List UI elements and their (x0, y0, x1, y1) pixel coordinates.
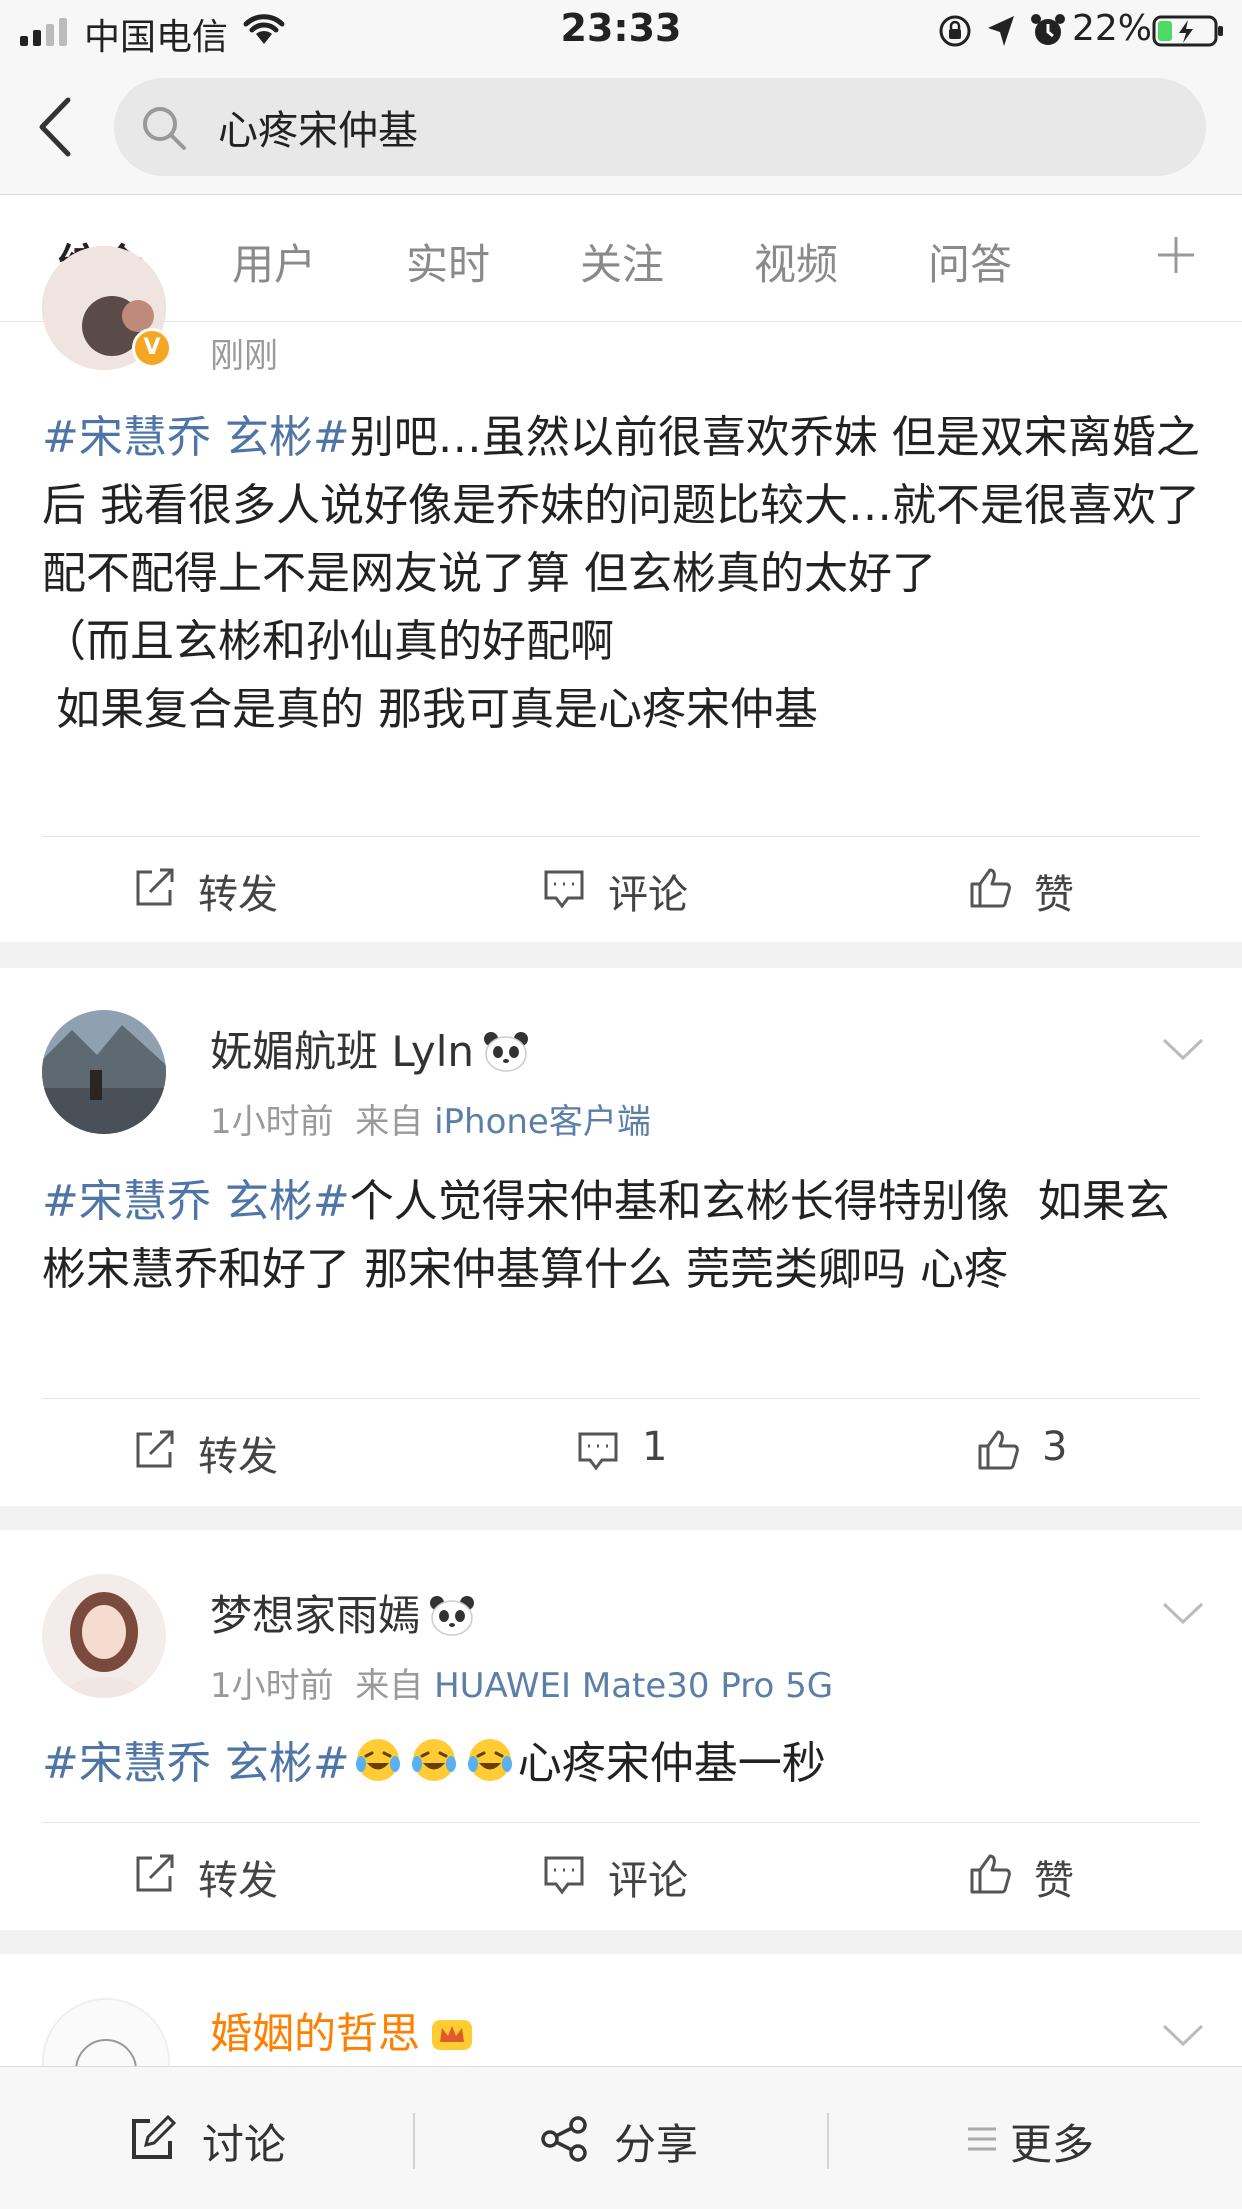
repost-icon (136, 1854, 174, 1892)
alarm-icon (1031, 14, 1065, 45)
post-card: 婚姻的哲思 (0, 1954, 1242, 2066)
chevron-down-icon[interactable] (1160, 1036, 1206, 1064)
search-icon (143, 107, 186, 150)
post-text: #宋慧乔 玄彬# 心疼宋仲基一秒 (42, 1730, 1202, 1798)
discuss-label: 讨论 (202, 2120, 287, 2169)
crying-laughing-emoji-icon (467, 1739, 512, 1781)
bottom-toolbar: 讨论 分享 更多 (0, 2066, 1242, 2209)
avatar[interactable] (42, 1010, 166, 1134)
like-icon (978, 1430, 1019, 1470)
crown-badge-icon (432, 2020, 473, 2050)
search-tabs: 综合 用户 实时 关注 视频 问答 (0, 195, 1242, 322)
post-meta: 1小时前 来自 iPhone客户端 (210, 1094, 651, 1143)
repost-label: 转发 (198, 1434, 278, 1480)
avatar[interactable] (42, 1574, 166, 1698)
rotation-lock-icon (939, 15, 971, 47)
username-text: 妩媚航班 Lyln (210, 1027, 475, 1076)
more-label: 更多 (1010, 2120, 1095, 2169)
avatar[interactable] (42, 1998, 170, 2066)
chevron-down-icon[interactable] (1160, 1600, 1206, 1628)
comment-icon (544, 870, 584, 909)
panda-icon (430, 1596, 475, 1636)
comment-icon (578, 1432, 618, 1471)
panda-icon (484, 1032, 529, 1072)
post-text: #宋慧乔 玄彬#个人觉得宋仲基和玄彬长得特别像 如果玄彬宋慧乔和好了 那宋仲基算… (42, 1168, 1202, 1304)
search-input[interactable]: 心疼宋仲基 (114, 78, 1206, 176)
source-prefix: 来自 (355, 1102, 424, 1142)
post-source[interactable]: iPhone客户端 (434, 1102, 651, 1142)
like-count: 3 (1042, 1424, 1068, 1470)
actions-divider (42, 836, 1200, 837)
post-text: #宋慧乔 玄彬#别吧…虽然以前很喜欢乔妹 但是双宋离婚之后 我看很多人说好像是乔… (42, 404, 1202, 744)
tab-realtime[interactable]: 实时 (406, 231, 490, 292)
comment-icon (544, 1856, 584, 1895)
repost-icon (136, 1430, 174, 1468)
repost-label: 转发 (198, 1858, 278, 1904)
username-text: 梦想家雨嫣 (210, 1591, 421, 1640)
like-icon (970, 1854, 1011, 1894)
comment-label: 评论 (608, 1858, 688, 1904)
comment-count: 1 (642, 1424, 668, 1470)
tab-users[interactable]: 用户 (232, 231, 316, 292)
tab-qa[interactable]: 问答 (928, 231, 1012, 292)
menu-icon (968, 2127, 996, 2151)
topic-hashtag-link[interactable]: #宋慧乔 玄彬# (42, 1176, 350, 1227)
topic-hashtag-link[interactable]: #宋慧乔 玄彬# (42, 1738, 350, 1789)
crying-laughing-emoji-icon (411, 1739, 456, 1781)
location-icon (988, 16, 1014, 46)
actions-divider (42, 1822, 1200, 1823)
post-card: 梦想家雨嫣 1小时前 来自 HUAWEI Mate30 Pro 5G #宋慧乔 … (0, 1530, 1242, 1930)
add-tab-icon[interactable] (1154, 233, 1198, 277)
comment-label: 评论 (608, 872, 688, 918)
search-header: 心疼宋仲基 (0, 62, 1242, 194)
post-time: 1小时前 (210, 1666, 334, 1706)
post-time: 刚刚 (210, 336, 278, 376)
avatar-image (42, 1010, 166, 1134)
post-time: 1小时前 (210, 1102, 334, 1142)
chevron-down-icon[interactable] (1160, 2022, 1206, 2050)
avatar-image (44, 2000, 168, 2066)
actions-divider (42, 1398, 1200, 1399)
like-icon (970, 868, 1011, 908)
crying-laughing-emoji-icon (355, 1739, 400, 1781)
like-label: 赞 (1034, 872, 1074, 918)
verified-badge-icon: V (132, 328, 172, 368)
share-label: 分享 (614, 2120, 699, 2169)
source-prefix: 来自 (355, 1666, 424, 1706)
username[interactable]: 梦想家雨嫣 (210, 1582, 476, 1643)
avatar-image (42, 1574, 166, 1698)
post-source[interactable]: HUAWEI Mate30 Pro 5G (434, 1666, 833, 1706)
username[interactable]: 妩媚航班 Lyln (210, 1018, 530, 1079)
share-icon (541, 2116, 587, 2162)
back-button[interactable] (30, 92, 80, 162)
search-query-text: 心疼宋仲基 (218, 108, 418, 154)
tab-video[interactable]: 视频 (754, 231, 838, 292)
post-card: 妩媚航班 Lyln 1小时前 来自 iPhone客户端 #宋慧乔 玄彬#个人觉得… (0, 968, 1242, 1506)
toolbar-separator (413, 2113, 415, 2169)
battery-percent: 22% (1072, 8, 1153, 49)
post-card: V 刚刚 #宋慧乔 玄彬#别吧…虽然以前很喜欢乔妹 但是双宋离婚之后 我看很多人… (0, 246, 1242, 942)
repost-label: 转发 (198, 872, 278, 918)
topic-hashtag-link[interactable]: #宋慧乔 玄彬# (42, 412, 350, 463)
post-meta: 1小时前 来自 HUAWEI Mate30 Pro 5G (210, 1658, 833, 1707)
compose-icon (132, 2115, 176, 2159)
battery-icon (1152, 15, 1223, 47)
like-label: 赞 (1034, 1858, 1074, 1904)
repost-icon (136, 868, 174, 906)
toolbar-separator (827, 2113, 829, 2169)
status-bar: 中国电信 23:33 22% (0, 0, 1242, 62)
post-body: 心疼宋仲基一秒 (517, 1738, 826, 1789)
username[interactable]: 婚姻的哲思 (210, 2000, 476, 2061)
username-text: 婚姻的哲思 (210, 2009, 421, 2058)
tab-following[interactable]: 关注 (580, 231, 664, 292)
